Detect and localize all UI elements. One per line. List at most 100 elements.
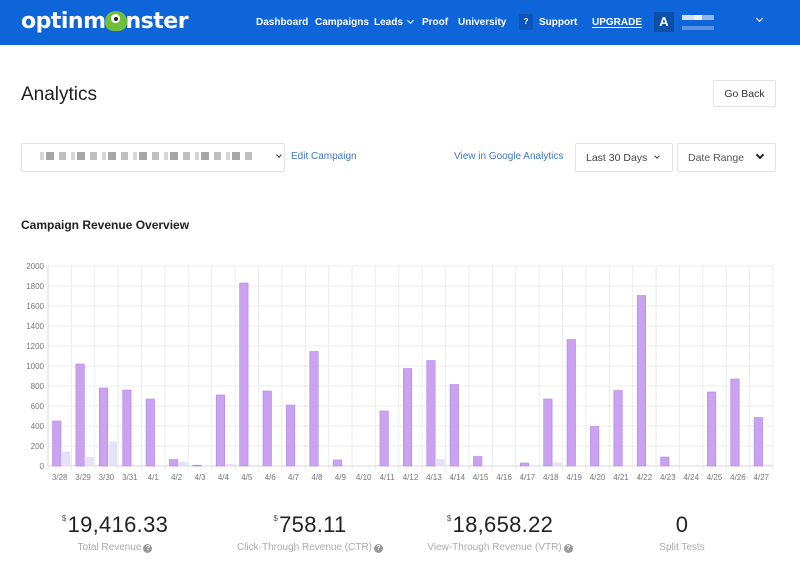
y-tick-label: 400: [31, 422, 45, 431]
go-back-button[interactable]: Go Back: [713, 80, 776, 107]
help-icon[interactable]: ?: [374, 544, 384, 553]
bar-secondary: [553, 462, 562, 466]
logo-text-end: nster: [125, 9, 189, 34]
currency-symbol: $: [61, 514, 67, 523]
stat-number: 18,658.22: [452, 512, 554, 537]
help-icon[interactable]: ?: [143, 544, 153, 553]
section-title: Campaign Revenue Overview: [21, 218, 190, 232]
campaign-name-redacted: [40, 152, 255, 160]
stat-value: $18,658.22: [400, 512, 600, 538]
x-tick-label: 4/17: [520, 473, 536, 482]
bar-primary: [75, 363, 85, 467]
nav-support[interactable]: Support: [539, 17, 577, 28]
bar-primary: [145, 398, 155, 467]
account-menu-chevron-icon[interactable]: [755, 14, 764, 23]
time-range-select[interactable]: Last 30 Days: [575, 143, 673, 172]
x-tick-label: 4/27: [754, 473, 770, 482]
bar-primary: [566, 339, 576, 467]
x-tick-label: 4/16: [496, 473, 512, 482]
y-tick-label: 0: [40, 462, 45, 471]
bar-primary: [590, 426, 600, 467]
help-icon[interactable]: ?: [563, 544, 573, 553]
avatar[interactable]: A: [654, 12, 674, 32]
bar-secondary: [62, 451, 71, 466]
bar-primary: [332, 459, 342, 467]
y-tick-label: 1400: [26, 322, 44, 331]
x-tick-label: 4/26: [730, 473, 746, 482]
stat-label: Split Tests: [582, 542, 782, 553]
y-tick-label: 200: [31, 442, 45, 451]
bar-primary: [636, 295, 646, 467]
stat-label: View-Through Revenue (VTR)?: [400, 542, 600, 553]
x-tick-label: 4/2: [171, 473, 183, 482]
bar-primary: [286, 404, 296, 467]
stat-view-through-revenue: $18,658.22 View-Through Revenue (VTR)?: [400, 512, 600, 553]
currency-symbol: $: [446, 514, 452, 523]
bar-secondary: [108, 441, 118, 466]
nav-campaigns[interactable]: Campaigns: [315, 17, 369, 28]
chevron-down-icon: [755, 150, 765, 160]
stat-number: 19,416.33: [67, 512, 169, 537]
x-tick-label: 4/7: [288, 473, 300, 482]
x-tick-label: 4/1: [148, 473, 160, 482]
stat-label: Total Revenue?: [15, 542, 215, 553]
currency-symbol: $: [273, 514, 279, 523]
monster-icon: [104, 11, 127, 31]
stat-number: 0: [675, 512, 689, 537]
revenue-bar-chart: 0 200 400 600 800 1000 1200 1400 1600 1800 2000 3/2…: [26, 262, 774, 482]
optinmonster-logo[interactable]: optinm nster: [21, 9, 189, 34]
x-tick-label: 4/19: [566, 473, 582, 482]
bar-secondary: [763, 464, 773, 466]
bar-primary: [707, 391, 717, 467]
stat-label: Click-Through Revenue (CTR)?: [210, 542, 410, 553]
nav-proof[interactable]: Proof: [422, 17, 448, 28]
date-range-select[interactable]: Date Range: [677, 143, 776, 172]
x-tick-label: 4/22: [637, 473, 653, 482]
y-tick-label: 800: [31, 382, 45, 391]
x-tick-label: 4/20: [590, 473, 606, 482]
chevron-down-icon: [406, 16, 414, 25]
view-google-analytics-link[interactable]: View in Google Analytics: [454, 151, 563, 162]
chevron-down-icon: [276, 152, 282, 158]
bar-primary: [98, 387, 109, 467]
bar-secondary: [389, 465, 398, 466]
bar-primary: [309, 351, 319, 467]
bar-primary: [519, 462, 530, 467]
x-tick-label: 4/4: [218, 473, 230, 482]
logo-text-start: optinm: [21, 9, 106, 34]
nav-upgrade[interactable]: UPGRADE: [592, 17, 642, 28]
x-tick-label: 4/18: [543, 473, 559, 482]
stat-value: $19,416.33: [15, 512, 215, 538]
y-tick-label: 1800: [26, 282, 44, 291]
bar-primary: [215, 394, 226, 467]
bar-primary: [660, 456, 670, 467]
x-tick-label: 4/25: [707, 473, 723, 482]
x-tick-label: 4/10: [356, 473, 372, 482]
x-tick-label: 3/29: [75, 473, 91, 482]
bar-secondary: [178, 462, 188, 466]
edit-campaign-link[interactable]: Edit Campaign: [291, 151, 357, 162]
x-tick-label: 4/12: [403, 473, 419, 482]
stat-label-text: Split Tests: [659, 542, 705, 553]
bar-primary: [192, 464, 202, 467]
date-range-label: Date Range: [688, 151, 745, 164]
stat-value: $758.11: [210, 512, 410, 538]
x-tick-label: 4/11: [380, 473, 396, 482]
stat-total-revenue: $19,416.33 Total Revenue?: [15, 512, 215, 553]
nav-leads[interactable]: Leads: [374, 16, 414, 28]
stat-value: 0: [582, 512, 782, 538]
x-tick-label: 4/23: [660, 473, 676, 482]
bar-primary: [543, 398, 553, 467]
help-icon: ?: [519, 14, 533, 30]
x-tick-label: 4/6: [265, 473, 277, 482]
bar-primary: [613, 390, 623, 467]
nav-dashboard[interactable]: Dashboard: [256, 17, 308, 28]
stat-number: 758.11: [279, 512, 347, 537]
stat-click-through-revenue: $758.11 Click-Through Revenue (CTR)?: [210, 512, 410, 553]
bar-secondary: [85, 457, 94, 466]
x-tick-label: 3/30: [99, 473, 115, 482]
nav-university[interactable]: University: [458, 17, 506, 28]
x-tick-label: 3/28: [52, 473, 68, 482]
x-tick-label: 4/8: [311, 473, 323, 482]
x-tick-label: 4/15: [473, 473, 489, 482]
